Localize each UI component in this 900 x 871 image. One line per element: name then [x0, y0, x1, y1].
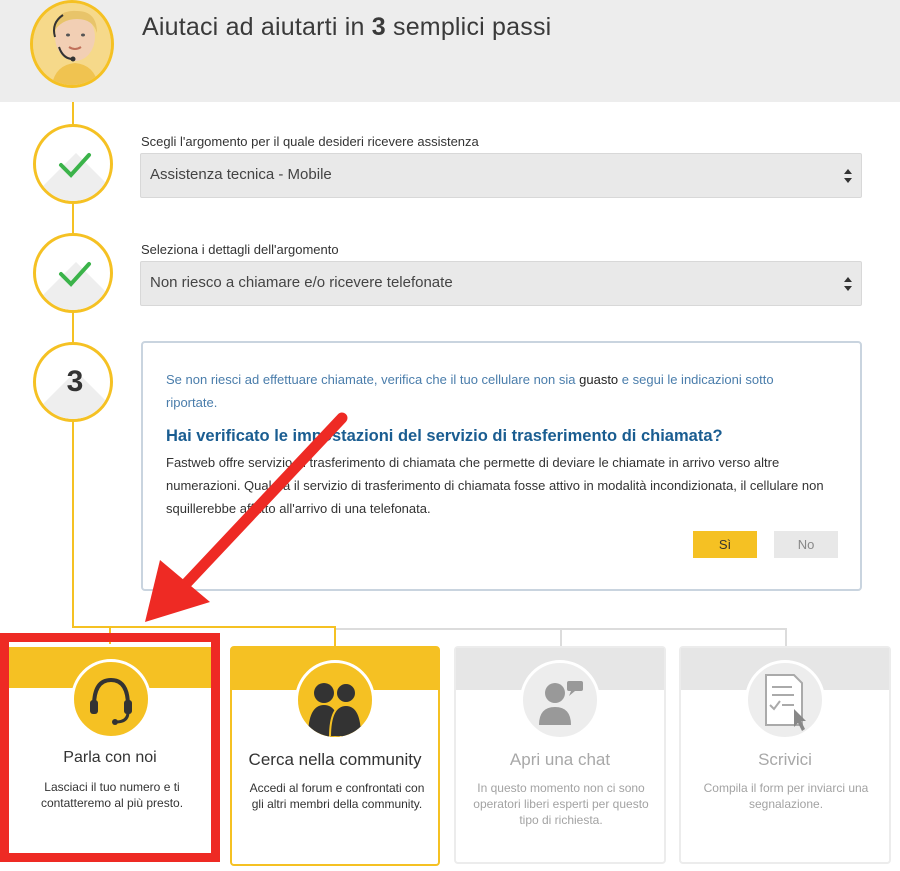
card-desc: Compila il form per inviarci una segnala… — [703, 781, 869, 811]
step-1-done — [33, 124, 113, 204]
card-apri-una-chat[interactable]: Apri una chat In questo momento non ci s… — [454, 646, 666, 864]
connector-line — [72, 626, 336, 628]
card-title: Apri una chat — [509, 750, 611, 769]
card-title: Parla con noi — [63, 749, 157, 766]
headset-icon — [90, 677, 132, 725]
step-3-current: 3 — [33, 342, 113, 422]
select-arrows-icon — [844, 169, 852, 183]
connector-line — [785, 628, 787, 646]
info-box: Se non riesci ad effettuare chiamate, ve… — [141, 341, 862, 591]
card-parla-con-noi[interactable]: Parla con noi Lasciaci il tuo numero e t… — [7, 647, 213, 860]
chat-icon — [539, 681, 583, 725]
form-icon — [765, 674, 806, 731]
step-number: 3 — [66, 365, 84, 398]
connector-line — [109, 626, 111, 644]
avatar-pointer — [62, 88, 82, 98]
info-heading: Hai verificato le impostazioni del servi… — [166, 427, 723, 445]
check-icon — [59, 153, 91, 178]
connector-line — [560, 628, 562, 646]
card-desc: Lasciaci il tuo numero e ti contatteremo… — [40, 780, 184, 810]
topic-select-value: Assistenza tecnica - Mobile — [150, 166, 332, 183]
card-title: Scrivici — [758, 750, 812, 769]
card-title: Cerca nella community — [248, 750, 422, 769]
topic-select[interactable]: Assistenza tecnica - Mobile — [140, 153, 862, 198]
card-icon-circle — [71, 659, 151, 739]
support-agent-avatar — [30, 0, 114, 88]
page-title: Aiutaci ad aiutarti in 3 semplici passi — [142, 13, 552, 41]
card-cerca-nella-community[interactable]: Cerca nella community Accedi al forum e … — [230, 646, 440, 866]
detail-select-value: Non riesco a chiamare e/o ricevere telef… — [150, 274, 453, 291]
topic-label: Scegli l'argomento per il quale desideri… — [141, 134, 479, 149]
check-icon — [59, 262, 91, 287]
yes-button[interactable]: Sì — [693, 531, 757, 558]
community-icon — [308, 682, 364, 737]
detail-label: Seleziona i dettagli dell'argomento — [141, 242, 339, 257]
card-icon-circle — [295, 660, 375, 740]
detail-select[interactable]: Non riesco a chiamare e/o ricevere telef… — [140, 261, 862, 306]
card-desc: In questo momento non ci sono operatori … — [473, 781, 649, 827]
card-icon-circle — [520, 660, 600, 740]
card-desc: Accedi al forum e confrontati con gli al… — [249, 781, 425, 811]
select-arrows-icon — [844, 277, 852, 291]
card-scrivici[interactable]: Scrivici Compila il form per inviarci un… — [679, 646, 891, 864]
card-icon-circle — [745, 660, 825, 740]
page-header: Aiutaci ad aiutarti in 3 semplici passi — [0, 0, 900, 102]
info-intro: Se non riesci ad effettuare chiamate, ve… — [166, 372, 774, 410]
info-body: Fastweb offre servizio di trasferimento … — [166, 455, 824, 516]
no-button[interactable]: No — [774, 531, 838, 558]
step-2-done — [33, 233, 113, 313]
